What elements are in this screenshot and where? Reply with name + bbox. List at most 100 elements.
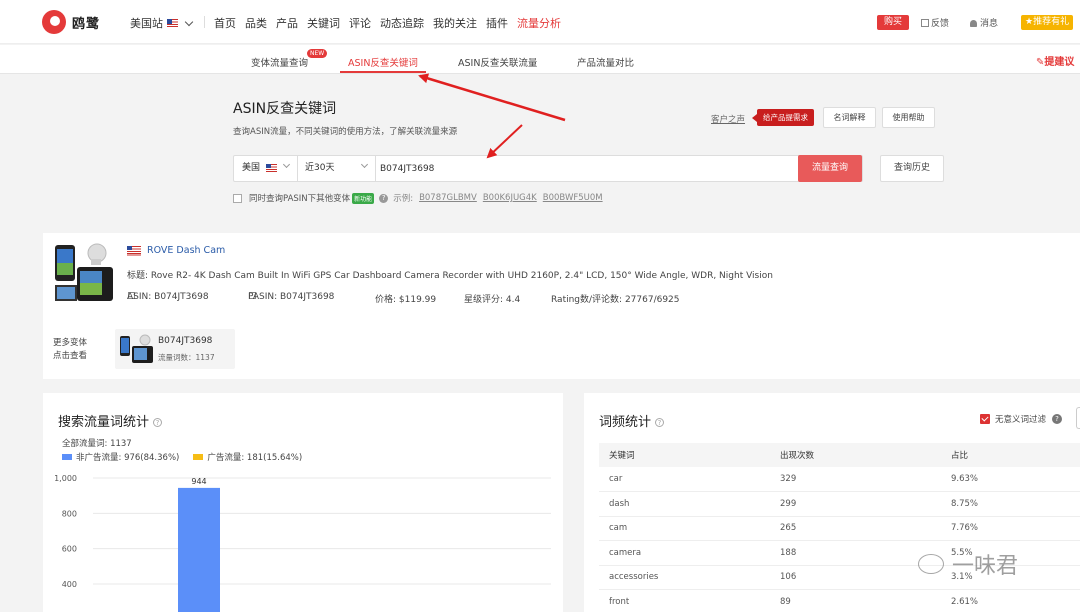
stats-title-text: 搜索流量词统计	[58, 415, 150, 430]
product-request-button[interactable]: 给产品提需求	[752, 109, 814, 126]
search-bar: 美国 近30天	[233, 155, 863, 182]
pasin-option-label: 同时查询PASIN下其他变体	[249, 194, 351, 204]
tab-asin-keywords[interactable]: ASIN反查关键词	[348, 55, 418, 69]
period-value: 近30天	[305, 163, 335, 173]
example-link[interactable]: B00BWF5U0M	[543, 193, 603, 203]
watermark: 一味君	[918, 548, 1018, 580]
product-title: 标题: Rove R2- 4K Dash Cam Built In WiFi G…	[127, 271, 773, 281]
messages-label: 消息	[980, 19, 999, 29]
arrow-to-input	[486, 124, 523, 159]
site-label: 美国站	[130, 17, 163, 30]
logo[interactable]: 鸥鹭	[42, 10, 100, 34]
chart-legend: 非广告流量: 976(84.36%) 广告流量: 181(15.64%)	[62, 451, 302, 463]
nav-tracking[interactable]: 动态追踪	[380, 15, 424, 31]
variant-item[interactable]: B074JT3698 流量词数：1137	[115, 329, 235, 369]
new-feature-badge: 新功能	[352, 192, 375, 204]
top-navbar: 鸥鹭 美国站 首页 品类 产品 关键词 评论 动态追踪 我的关注 插件 流量分析…	[0, 0, 1080, 44]
count-cell: 188	[770, 540, 941, 566]
click-to-view-text: 点击查看	[53, 351, 88, 361]
rating-counts: Rating数/评论数: 27767/6925	[551, 295, 680, 305]
period-select[interactable]: 近30天	[298, 156, 376, 181]
help-icon[interactable]: ?	[379, 193, 389, 203]
column-header[interactable]: 出现次数	[770, 443, 941, 467]
feedback-label: 反馈	[931, 19, 950, 29]
asin-input[interactable]	[380, 156, 798, 181]
count-cell: 299	[770, 491, 941, 517]
total-keywords: 全部流量词: 1137	[62, 439, 132, 449]
column-header[interactable]: 关键词	[599, 443, 770, 467]
help-icon[interactable]: ?	[655, 418, 665, 427]
legend-organic[interactable]: 非广告流量: 976(84.36%)	[76, 451, 179, 463]
word-frequency-table: 关键词 出现次数 占比 car 329 9.63% dash 299 8.75% cam…	[599, 443, 1080, 612]
nav-review[interactable]: 评论	[349, 15, 371, 31]
y-tick-label: 800	[62, 509, 77, 518]
watermark-text: 一味君	[952, 554, 1019, 579]
example-link[interactable]: B0787GLBMV	[419, 193, 477, 203]
tab-variant-traffic[interactable]: 变体流量查询	[251, 55, 308, 69]
country-select[interactable]: 美国	[234, 156, 298, 181]
help-icon[interactable]: ?	[1052, 414, 1063, 424]
product-image[interactable]	[53, 241, 115, 309]
price: 价格: $119.99	[375, 295, 437, 305]
legend-swatch-ad	[193, 454, 204, 460]
suggest-label: 提建议	[1044, 57, 1075, 68]
chevron-down-icon	[360, 160, 369, 169]
recommend-label: 推荐有礼	[1033, 17, 1070, 27]
count-cell: 89	[770, 589, 941, 612]
asin-value: ASIN: B074JT3698	[127, 292, 209, 302]
table-row[interactable]: front 89 2.61%	[599, 589, 1080, 612]
nav-traffic-analysis[interactable]: 流量分析	[517, 15, 561, 31]
logo-icon	[42, 10, 66, 34]
site-selector[interactable]: 美国站	[130, 15, 194, 31]
nav-category[interactable]: 品类	[245, 15, 267, 31]
bar-organic[interactable]	[178, 487, 220, 612]
wordfreq-title-text: 词频统计	[599, 415, 652, 430]
brand-link[interactable]: ROVE Dash Cam	[147, 245, 225, 256]
keyword-cell: camera	[599, 540, 770, 566]
product-card: ROVE Dash Cam 标题: Rove R2- 4K Dash Cam B…	[43, 233, 1080, 379]
arrow-to-tab	[418, 73, 566, 122]
column-header[interactable]: 占比	[941, 443, 1080, 467]
page-subtitle: 查询ASIN流量，不同关键词的使用方法，了解关联流量来源	[233, 127, 458, 137]
keyword-cell: front	[599, 589, 770, 612]
messages-link[interactable]: 消息	[970, 16, 998, 29]
new-badge: NEW	[307, 49, 328, 58]
page-title: ASIN反查关键词	[233, 101, 337, 117]
table-row[interactable]: car 329 9.63%	[599, 467, 1080, 492]
keyword-cell: car	[599, 467, 770, 492]
traffic-stats-panel: 搜索流量词统计? 全部流量词: 1137 非广告流量: 976(84.36%) …	[43, 393, 563, 612]
nav-following[interactable]: 我的关注	[433, 15, 477, 31]
suggest-button[interactable]: ✎提建议	[1036, 53, 1074, 68]
nav-home[interactable]: 首页	[214, 15, 236, 31]
feedback-link[interactable]: 反馈	[921, 16, 949, 29]
nav-plugin[interactable]: 插件	[486, 15, 508, 31]
glossary-button[interactable]: 名词解释	[823, 107, 876, 128]
filter-checkbox[interactable]	[980, 414, 990, 424]
star-rating: 星级评分: 4.4	[464, 295, 521, 305]
meaningless-filter[interactable]: 无意义词过滤 ?	[980, 413, 1063, 425]
ratio-cell: 2.61%	[941, 589, 1080, 612]
y-tick-label: 600	[62, 545, 77, 554]
buy-button[interactable]: 购买	[877, 15, 909, 30]
nav-keyword[interactable]: 关键词	[307, 15, 340, 31]
more-variants-label: 更多变体 点击查看	[53, 337, 87, 363]
query-history-button[interactable]: 查询历史	[880, 155, 944, 182]
example-link[interactable]: B00K6JUG4K	[483, 193, 537, 203]
traffic-query-button[interactable]: 流量查询	[798, 155, 862, 182]
table-row[interactable]: dash 299 8.75%	[599, 491, 1080, 517]
legend-ad[interactable]: 广告流量: 181(15.64%)	[207, 451, 302, 463]
legend-swatch-organic	[62, 454, 72, 460]
side-handle[interactable]	[1076, 407, 1080, 429]
help-icon[interactable]: ?	[153, 418, 163, 427]
pasin-checkbox[interactable]	[233, 193, 242, 203]
table-row[interactable]: cam 265 7.76%	[599, 516, 1080, 541]
more-variants-text: 更多变体	[53, 338, 88, 348]
tab-product-compare[interactable]: 产品流量对比	[577, 55, 634, 69]
tab-asin-related-traffic[interactable]: ASIN反查关联流量	[458, 55, 537, 69]
customer-voice-link[interactable]: 客户之声	[711, 113, 745, 125]
help-button[interactable]: 使用帮助	[882, 107, 935, 128]
panel-title: 词频统计?	[599, 411, 665, 430]
recommend-button[interactable]: ★推荐有礼	[1021, 15, 1074, 30]
ratio-cell: 9.63%	[941, 467, 1080, 492]
nav-product[interactable]: 产品	[276, 15, 298, 31]
